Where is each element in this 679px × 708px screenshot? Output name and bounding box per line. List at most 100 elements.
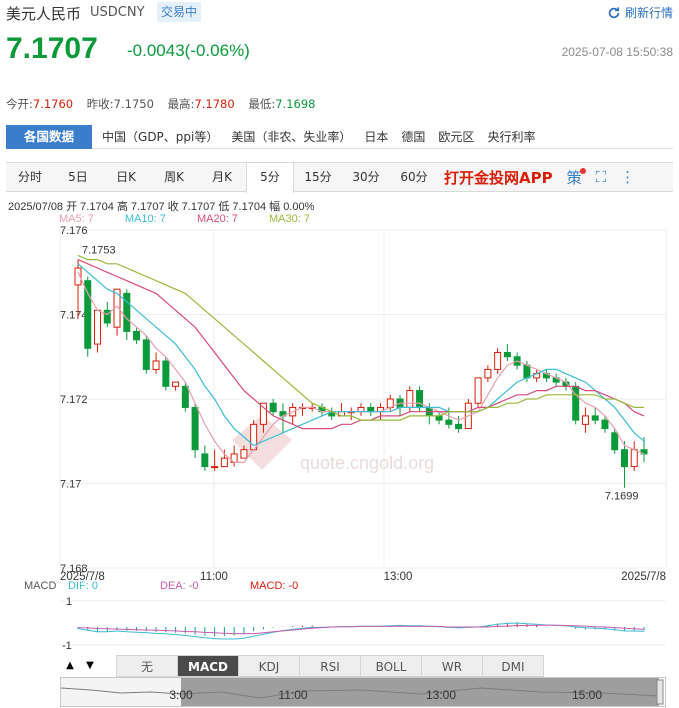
candle — [396, 398, 404, 408]
ma20-line — [77, 259, 645, 430]
candle — [172, 381, 180, 387]
fullscreen-icon[interactable]: ⛶ — [596, 168, 607, 186]
watermark: quote.cngold.org — [232, 415, 434, 473]
macd-legend-item: DEA: -0 — [160, 580, 199, 592]
tab-15-min[interactable]: 15分 — [294, 163, 342, 191]
indicator-tab-kdj[interactable]: KDJ — [238, 655, 300, 677]
candle — [445, 419, 453, 425]
country-link-eurozone[interactable]: 欧元区 — [438, 128, 474, 145]
macd-tick-label: -1 — [62, 640, 72, 652]
tab-weekly-k[interactable]: 周K — [150, 163, 198, 191]
navigator-handle — [656, 679, 664, 705]
country-link-japan[interactable]: 日本 — [364, 128, 388, 145]
tab-30-min[interactable]: 30分 — [342, 163, 390, 191]
ma-legend: MA5: 7 MA10: 7 MA20: 7 MA30: 7 — [59, 213, 338, 225]
candle — [503, 352, 511, 358]
candle — [406, 390, 414, 408]
candle — [620, 449, 628, 468]
ma30-line — [77, 254, 644, 421]
navigator-label: 11:00 — [278, 688, 307, 702]
candle — [533, 373, 541, 379]
dif-line — [77, 622, 645, 640]
navigator-overview[interactable]: 3:00 11:00 13:00 15:00 — [60, 678, 665, 706]
candle — [269, 402, 277, 413]
open-app-link[interactable]: 打开金投网APP — [444, 167, 553, 188]
scroll-down-arrow-icon[interactable]: ▼ — [80, 655, 100, 677]
instrument-name: 美元人民币 — [6, 5, 82, 23]
period-tabs: 分时 5日 日K 周K 月K 5分 15分 30分 60分 打开金投网APP 策… — [6, 162, 673, 193]
time-range-navigator[interactable]: 3:00 11:00 13:00 15:00 — [60, 677, 666, 707]
indicator-tab-boll[interactable]: BOLL — [360, 655, 422, 677]
candle — [250, 423, 258, 451]
candle — [367, 406, 375, 413]
country-link-central-bank-rates[interactable]: 央行利率 — [487, 128, 535, 145]
quote-timestamp: 2025-07-08 15:50:38 — [561, 45, 673, 59]
scroll-up-arrow-icon[interactable]: ▲ — [60, 655, 80, 677]
y-tick-label: 7.17 — [60, 479, 81, 491]
tab-monthly-k[interactable]: 月K — [198, 163, 246, 191]
macd-legend-item: MACD — [24, 580, 56, 592]
country-link-us[interactable]: 美国（非农、失业率） — [231, 128, 351, 145]
ma5-legend: MA5: 7 — [59, 213, 94, 225]
navigator-label: 15:00 — [572, 688, 602, 702]
stat-high: 最高:7.1780 — [167, 97, 235, 111]
indicator-tab-none[interactable]: 无 — [116, 655, 178, 677]
candle — [640, 449, 648, 455]
candle — [425, 406, 433, 417]
trading-status-badge: 交易中 — [157, 2, 202, 22]
candle — [581, 415, 589, 425]
tab-daily-k[interactable]: 日K — [102, 163, 150, 191]
candle — [474, 377, 482, 404]
candle — [357, 406, 365, 413]
more-menu-icon[interactable]: ⋮ — [620, 168, 635, 186]
ma10-legend: MA10: 7 — [124, 213, 166, 225]
candle — [220, 457, 228, 468]
indicator-tab-wr[interactable]: WR — [421, 655, 483, 677]
y-tick-label: 7.174 — [60, 310, 88, 322]
candle — [416, 390, 424, 408]
candle — [630, 449, 638, 468]
candle — [181, 385, 189, 408]
candle — [435, 415, 443, 421]
macd-tick-label: 1 — [66, 596, 72, 608]
x-tick-label: 2025/7/8 — [60, 571, 105, 583]
candle — [318, 406, 326, 413]
y-tick-label: 7.172 — [60, 394, 88, 406]
watermark-text: quote.cngold.org — [300, 453, 434, 473]
candle — [240, 449, 248, 459]
refresh-icon — [608, 6, 620, 18]
candle — [328, 411, 336, 417]
indicator-tab-rsi[interactable]: RSI — [299, 655, 361, 677]
stat-open: 今开:7.1760 — [6, 97, 74, 111]
candle — [84, 280, 92, 349]
tab-intraday[interactable]: 分时 — [6, 163, 54, 191]
candle — [572, 385, 580, 421]
dea-line — [77, 624, 645, 635]
candle — [279, 411, 287, 417]
low-price-label: 7.1699 — [605, 491, 639, 503]
candle — [94, 309, 102, 345]
tab-60-min[interactable]: 60分 — [390, 163, 438, 191]
indicator-tab-macd[interactable]: MACD — [177, 655, 239, 677]
candle — [464, 402, 472, 430]
x-tick-label: 11:00 — [200, 571, 228, 583]
country-link-germany[interactable]: 德国 — [401, 128, 425, 145]
candle — [162, 360, 170, 387]
candle — [347, 411, 355, 414]
y-tick-label: 7.176 — [60, 225, 88, 237]
candle — [289, 406, 297, 417]
tab-5-day[interactable]: 5日 — [54, 163, 102, 191]
country-link-china[interactable]: 中国（GDP、ppi等） — [102, 128, 218, 145]
candle — [513, 356, 521, 366]
candle — [494, 352, 502, 370]
navigator-unselected-area — [61, 678, 181, 706]
candle — [562, 381, 570, 387]
stat-low: 最低:7.1698 — [248, 97, 316, 111]
refresh-button[interactable]: 刷新行情 — [607, 4, 673, 21]
indicator-tab-dmi[interactable]: DMI — [482, 655, 544, 677]
tab-5-min[interactable]: 5分 — [246, 163, 294, 193]
candle — [591, 415, 599, 421]
price-change: -0.0043(-0.06%) — [127, 41, 250, 60]
candle — [308, 406, 316, 409]
strategy-icon[interactable]: 策 — [567, 167, 586, 188]
